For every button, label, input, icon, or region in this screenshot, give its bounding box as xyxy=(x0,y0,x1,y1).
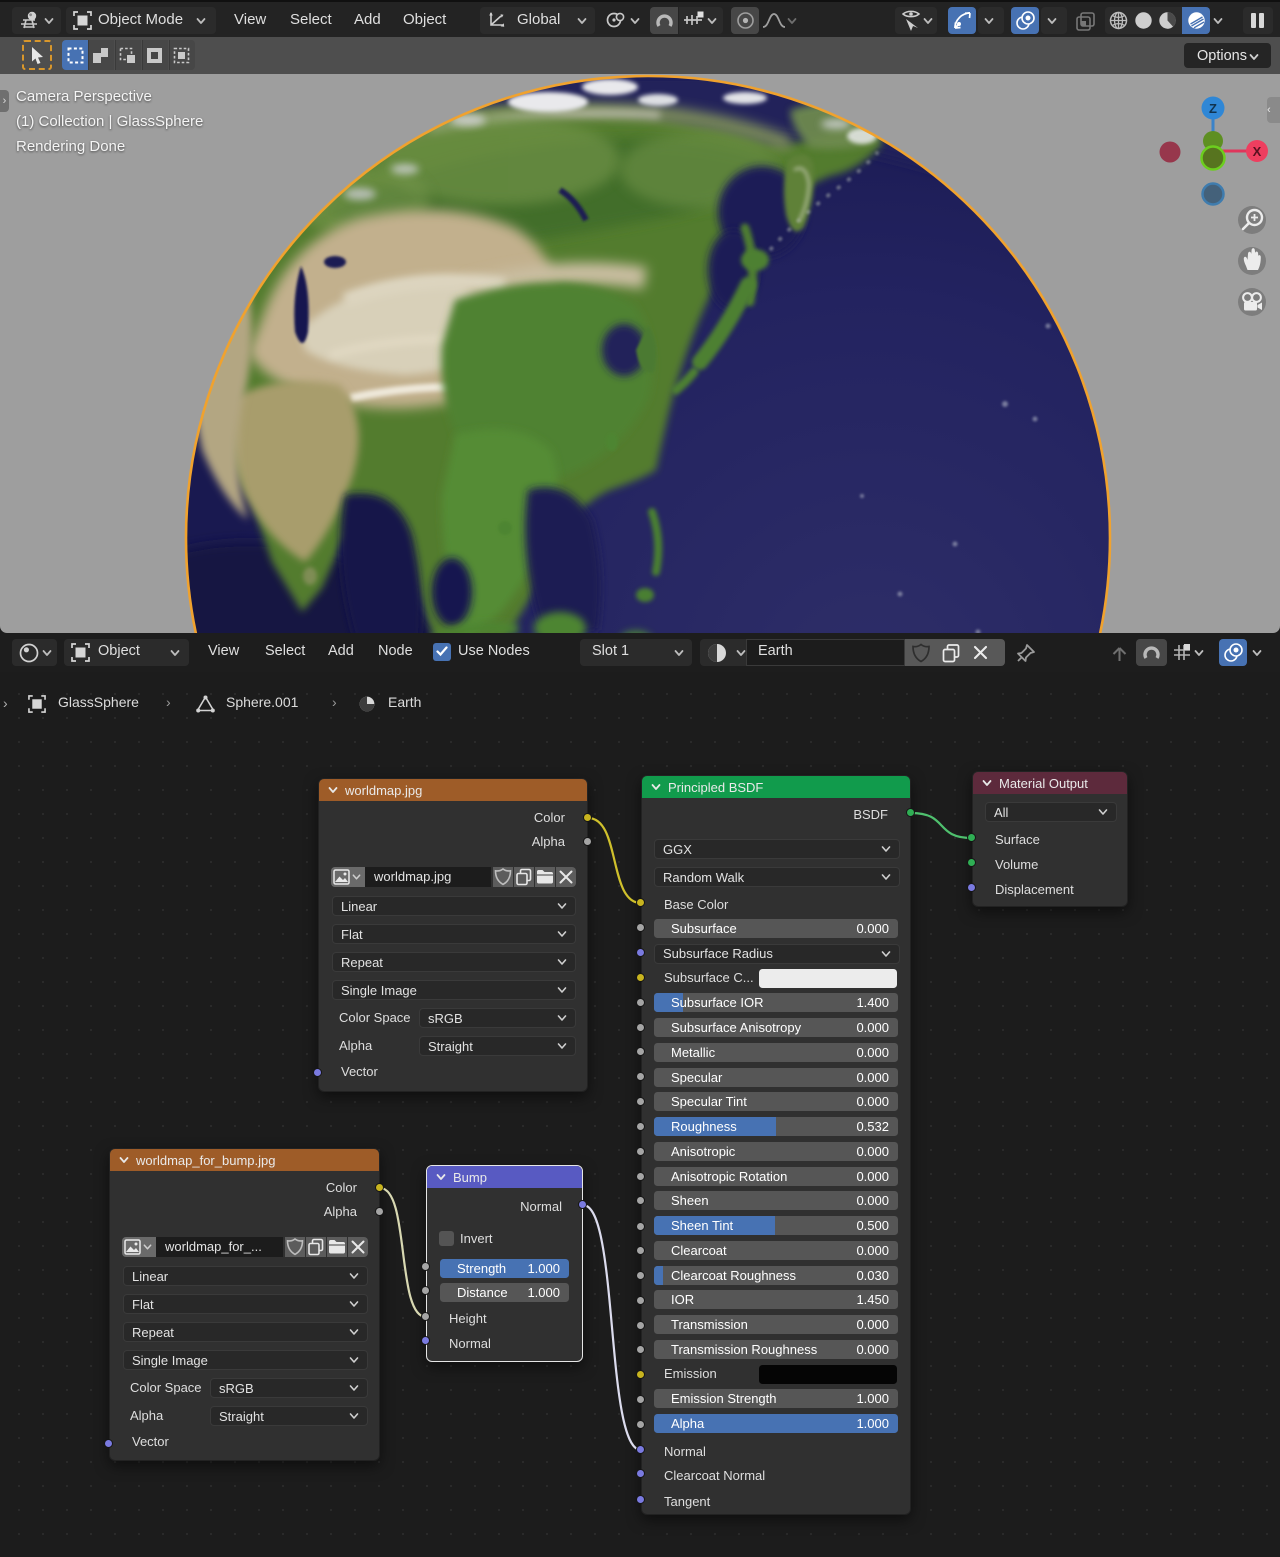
svg-text:X: X xyxy=(1253,144,1262,159)
svg-text:Z: Z xyxy=(1209,101,1217,116)
